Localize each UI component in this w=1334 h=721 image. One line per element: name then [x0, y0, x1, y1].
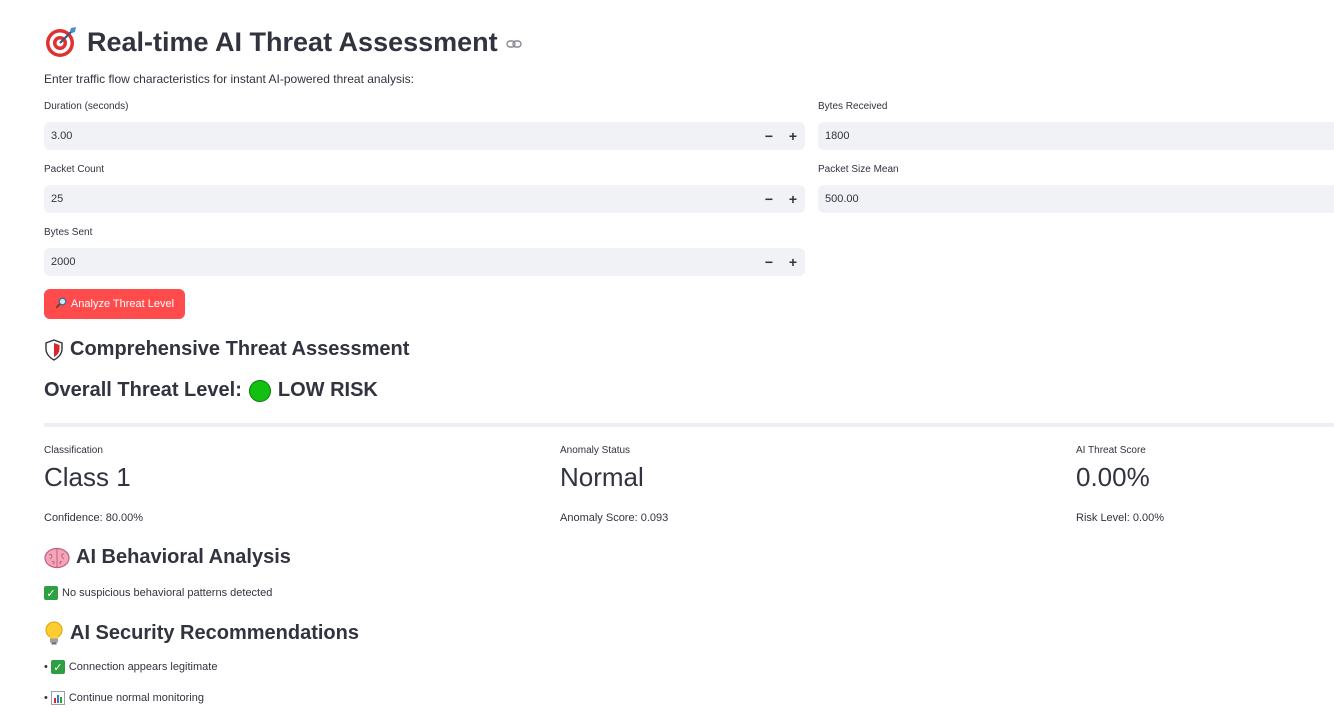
metric-threat-score-caption: Risk Level: 0.00% — [1076, 512, 1165, 524]
packet-count-decrement-button[interactable]: − — [757, 185, 781, 213]
metric-classification-caption: Confidence: 80.00% — [44, 512, 144, 524]
packet-count-increment-button[interactable]: + — [781, 185, 805, 213]
packet-size-mean-input[interactable]: 500.00 — [818, 185, 1334, 213]
recommendation-item-text: Connection appears legitimate — [68, 661, 218, 673]
recommendation-item-text: Continue normal monitoring — [68, 692, 204, 704]
recommendations-heading: AI Security Recommendations — [44, 621, 359, 645]
analyze-threat-button[interactable]: Analyze Threat Level — [44, 289, 185, 319]
assessment-heading-text: Comprehensive Threat Assessment — [70, 338, 410, 360]
overall-threat-level: Overall Threat Level: LOW RISK — [44, 379, 378, 402]
brain-icon — [44, 547, 70, 569]
page-title-text: Real-time AI Threat Assessment — [87, 26, 498, 57]
metric-threat-score-value: 0.00% — [1076, 462, 1150, 492]
recommendation-item: • Continue normal monitoring — [44, 691, 204, 705]
bytes-sent-decrement-button[interactable]: − — [757, 248, 781, 276]
duration-decrement-button[interactable]: − — [757, 122, 781, 150]
bytes-received-label: Bytes Received — [818, 101, 888, 112]
green-circle-icon — [248, 379, 271, 402]
lightbulb-icon — [44, 621, 64, 645]
metric-classification-label: Classification — [44, 445, 103, 456]
overall-threat-prefix: Overall Threat Level: — [44, 379, 242, 401]
bullet: • — [44, 692, 48, 704]
divider — [44, 423, 1334, 427]
recommendation-item: • ✓ Connection appears legitimate — [44, 660, 217, 674]
check-mark-icon: ✓ — [44, 586, 58, 600]
duration-input[interactable]: 3.00 − + — [44, 122, 805, 150]
bullet: • — [44, 661, 48, 673]
packet-count-value[interactable]: 25 — [44, 193, 757, 205]
packet-size-mean-value[interactable]: 500.00 — [818, 193, 1334, 205]
packet-count-label: Packet Count — [44, 164, 105, 175]
metric-anomaly-label: Anomaly Status — [560, 445, 631, 456]
page: Real-time AI Threat Assessment Enter tra… — [0, 0, 1334, 721]
duration-label: Duration (seconds) — [44, 101, 129, 112]
bytes-received-input[interactable]: 1800 — [818, 122, 1334, 150]
bytes-received-value[interactable]: 1800 — [818, 130, 1334, 142]
analyze-threat-button-label: Analyze Threat Level — [70, 298, 175, 310]
packet-count-input[interactable]: 25 − + — [44, 185, 805, 213]
metric-classification-value: Class 1 — [44, 462, 131, 492]
duration-value[interactable]: 3.00 — [44, 130, 757, 142]
bytes-sent-input[interactable]: 2000 − + — [44, 248, 805, 276]
metric-anomaly-caption: Anomaly Score: 0.093 — [560, 512, 669, 524]
shield-icon — [44, 338, 64, 361]
metric-anomaly-value: Normal — [560, 462, 644, 492]
page-subtitle: Enter traffic flow characteristics for i… — [44, 72, 414, 86]
packet-size-mean-label: Packet Size Mean — [818, 164, 899, 175]
bytes-sent-value[interactable]: 2000 — [44, 256, 757, 268]
bytes-sent-increment-button[interactable]: + — [781, 248, 805, 276]
magnifier-icon — [55, 297, 67, 312]
page-title: Real-time AI Threat Assessment — [44, 22, 522, 62]
target-icon — [44, 25, 78, 59]
behavioral-result: ✓ No suspicious behavioral patterns dete… — [44, 586, 272, 600]
link-icon[interactable] — [505, 39, 522, 49]
check-mark-icon: ✓ — [50, 660, 65, 674]
duration-increment-button[interactable]: + — [781, 122, 805, 150]
bar-chart-icon — [50, 691, 65, 705]
assessment-heading: Comprehensive Threat Assessment — [44, 338, 409, 361]
recommendations-heading-text: AI Security Recommendations — [70, 621, 359, 644]
metric-threat-score-label: AI Threat Score — [1076, 445, 1146, 456]
behavioral-heading-text: AI Behavioral Analysis — [76, 546, 291, 568]
overall-threat-value: LOW RISK — [277, 379, 378, 401]
behavioral-result-text: No suspicious behavioral patterns detect… — [62, 587, 273, 599]
bytes-sent-label: Bytes Sent — [44, 227, 93, 238]
behavioral-heading: AI Behavioral Analysis — [44, 546, 291, 569]
